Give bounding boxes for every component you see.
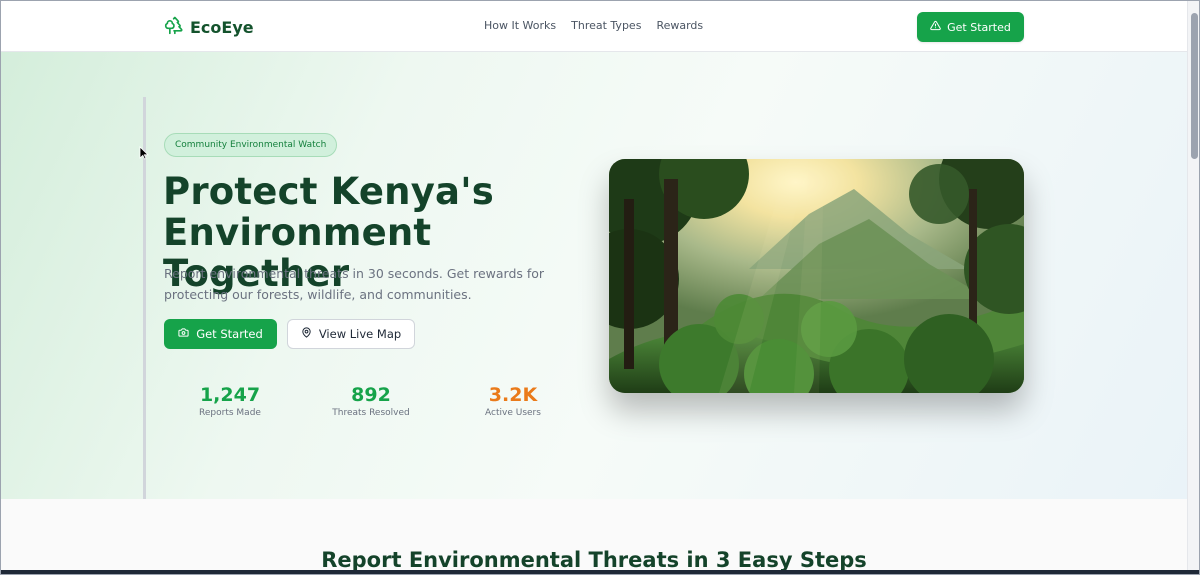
browser-viewport: EcoEye How It Works Threat Types Rewards… xyxy=(0,0,1200,575)
brand-logo[interactable]: EcoEye xyxy=(164,15,254,39)
scrollbar-thumb[interactable] xyxy=(1191,13,1198,159)
nav-link-rewards[interactable]: Rewards xyxy=(656,19,703,32)
top-navbar: EcoEye How It Works Threat Types Rewards… xyxy=(1,1,1187,52)
stat-value: 1,247 xyxy=(199,384,261,406)
stat-active-users: 3.2K Active Users xyxy=(453,384,573,418)
trees-icon xyxy=(164,15,184,39)
headline-line-1: Protect Kenya's xyxy=(163,170,494,213)
hero-get-started-button[interactable]: Get Started xyxy=(164,319,277,349)
window-bottom-edge xyxy=(1,570,1199,574)
view-live-map-button[interactable]: View Live Map xyxy=(287,319,415,349)
camera-icon xyxy=(178,327,189,341)
stat-value: 3.2K xyxy=(488,384,538,406)
map-pin-icon xyxy=(301,327,312,341)
nav-link-how-it-works[interactable]: How It Works xyxy=(484,19,556,32)
nav-link-threat-types[interactable]: Threat Types xyxy=(571,19,641,32)
mouse-cursor-icon xyxy=(139,146,149,160)
hero-badge: Community Environmental Watch xyxy=(164,133,338,157)
vertical-scrollbar[interactable] xyxy=(1187,1,1199,574)
stat-reports-made: 1,247 Reports Made xyxy=(170,384,290,418)
nav-get-started-button[interactable]: Get Started xyxy=(917,12,1024,42)
forest-hero-image xyxy=(609,159,1024,393)
section-title: Report Environmental Threats in 3 Easy S… xyxy=(321,548,867,572)
nav-cta-label: Get Started xyxy=(947,20,1011,34)
stat-label: Threats Resolved xyxy=(332,408,410,418)
stat-value: 892 xyxy=(351,384,391,406)
hero-secondary-label: View Live Map xyxy=(318,327,402,341)
stat-label: Active Users xyxy=(485,408,541,418)
stat-threats-resolved: 892 Threats Resolved xyxy=(311,384,431,418)
nav-links: How It Works Threat Types Rewards xyxy=(484,19,703,32)
alert-triangle-icon xyxy=(930,20,941,34)
stat-label: Reports Made xyxy=(199,408,261,418)
brand-name: EcoEye xyxy=(190,17,254,37)
hero-subtext: Report environmental threats in 30 secon… xyxy=(164,266,545,302)
hero-primary-label: Get Started xyxy=(196,327,263,341)
